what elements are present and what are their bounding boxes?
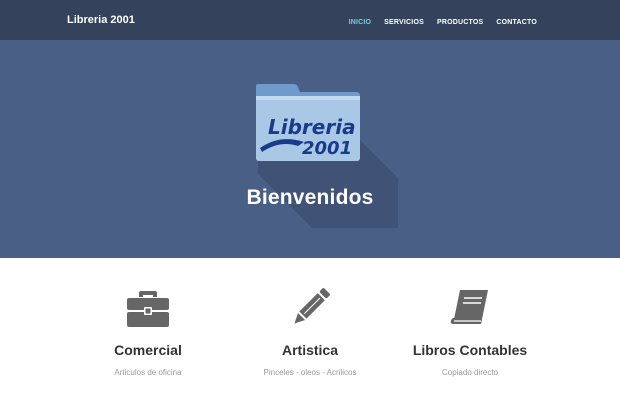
logo-text-2001: 2001 [302,138,352,159]
book-icon [448,288,492,328]
hero-section: Libreria 2001 Bienvenidos [0,40,620,258]
nav-item-contacto: CONTACTO [496,11,537,29]
nav-link-productos[interactable]: PRODUCTOS [437,19,483,26]
logo-text-libreria: Libreria [268,115,356,139]
main-nav: INICIO SERVICIOS PRODUCTOS CONTACTO [349,11,537,29]
brand-link[interactable]: Libreria 2001 [67,14,135,26]
nav-item-productos: PRODUCTOS [437,11,483,29]
page-title: Bienvenidos [246,186,374,209]
nav-link-inicio[interactable]: INICIO [349,19,372,26]
nav-link-contacto[interactable]: CONTACTO [496,19,537,26]
nav-item-servicios: SERVICIOS [384,11,424,29]
service-libros-contables: Libros Contables Copiado directo [370,288,570,377]
briefcase-icon [126,288,170,328]
services-section: Comercial Articulos de oficina Artistica… [0,258,620,420]
service-title: Libros Contables [412,342,528,358]
pencil-icon [288,288,332,328]
service-subtitle: Copiado directo [441,368,499,377]
navbar: Libreria 2001 INICIO SERVICIOS PRODUCTOS… [0,0,620,40]
nav-link-servicios[interactable]: SERVICIOS [384,19,424,26]
nav-item-inicio: INICIO [349,11,372,29]
